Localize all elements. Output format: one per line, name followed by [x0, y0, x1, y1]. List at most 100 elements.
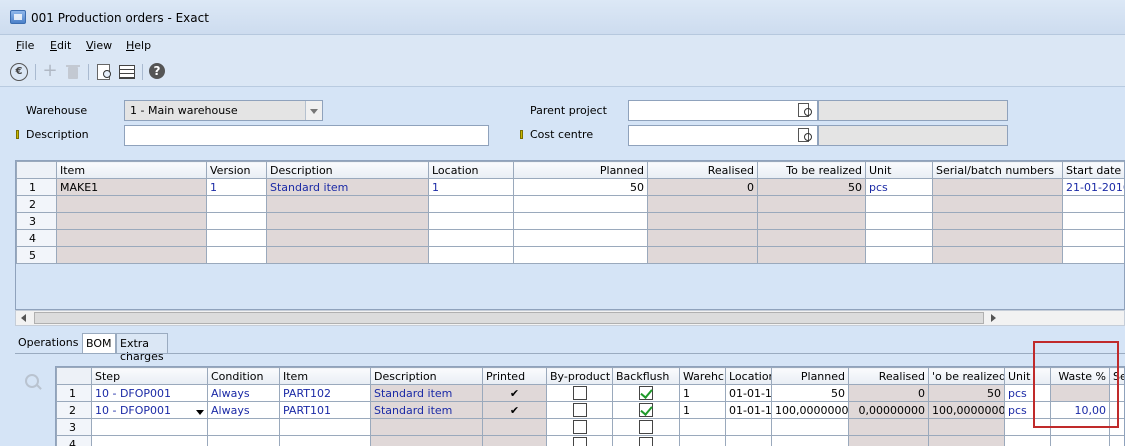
- row-number[interactable]: 3: [56, 418, 92, 436]
- cell-serial-batch[interactable]: [932, 229, 1063, 247]
- cell-description[interactable]: [266, 246, 429, 264]
- column-header-serial-batch[interactable]: Serial/batch numbers: [932, 161, 1063, 179]
- column-header-to-be-realized[interactable]: To be realized: [757, 161, 866, 179]
- column-header-description[interactable]: Description: [266, 161, 429, 179]
- cell-item[interactable]: [279, 435, 371, 446]
- by-product-checkbox[interactable]: [572, 437, 587, 446]
- cell-description[interactable]: Standard item: [370, 384, 483, 402]
- cell-location[interactable]: [428, 195, 514, 213]
- cell-location[interactable]: 01-01-1: [725, 401, 772, 419]
- by-product-checkbox[interactable]: [572, 420, 587, 434]
- table-row[interactable]: 4: [16, 229, 1124, 247]
- cell-location[interactable]: 01-01-1: [725, 384, 772, 402]
- column-header-planned[interactable]: Planned: [513, 161, 648, 179]
- column-header-warehouse[interactable]: Warehc: [679, 367, 726, 385]
- backflush-checkbox[interactable]: [639, 437, 653, 446]
- table-row[interactable]: 2: [16, 195, 1124, 213]
- menu-edit[interactable]: Edit: [50, 39, 71, 52]
- column-header-step[interactable]: Step: [91, 367, 208, 385]
- row-number[interactable]: 4: [16, 229, 57, 247]
- cell-backflush[interactable]: [612, 435, 680, 446]
- euro-icon[interactable]: €: [10, 63, 28, 81]
- grid-icon[interactable]: [119, 65, 135, 79]
- backflush-checkbox[interactable]: [639, 403, 653, 417]
- cell-planned[interactable]: [513, 246, 648, 264]
- backflush-checkbox[interactable]: [639, 386, 653, 400]
- menu-view[interactable]: View: [86, 39, 112, 52]
- cell-start-date[interactable]: [1062, 246, 1124, 264]
- cell-planned[interactable]: 50: [771, 384, 849, 402]
- row-number[interactable]: 5: [16, 246, 57, 264]
- cell-serial-batch[interactable]: [932, 212, 1063, 230]
- scroll-left-icon[interactable]: [16, 311, 32, 325]
- cell-item[interactable]: [279, 418, 371, 436]
- cell-description[interactable]: [266, 229, 429, 247]
- column-header-backflush[interactable]: Backflush: [612, 367, 680, 385]
- cell-description[interactable]: [266, 212, 429, 230]
- cell-item[interactable]: PART101: [279, 401, 371, 419]
- cell-step[interactable]: [91, 418, 208, 436]
- cell-waste[interactable]: [1050, 435, 1110, 446]
- tab-bom[interactable]: BOM: [82, 333, 116, 353]
- cell-planned[interactable]: [513, 195, 648, 213]
- column-header-printed[interactable]: Printed: [482, 367, 547, 385]
- row-number[interactable]: 1: [56, 384, 92, 402]
- cell-warehouse[interactable]: [679, 418, 726, 436]
- cell-by-product[interactable]: [546, 384, 613, 402]
- column-header-to-be-realized[interactable]: 'o be realized: [928, 367, 1005, 385]
- column-header-version[interactable]: Version: [206, 161, 267, 179]
- description-input[interactable]: [124, 125, 489, 146]
- zoom-icon[interactable]: [25, 374, 39, 388]
- cell-by-product[interactable]: [546, 418, 613, 436]
- cell-location[interactable]: [428, 246, 514, 264]
- column-header-location[interactable]: Location: [428, 161, 514, 179]
- chevron-down-icon[interactable]: [196, 409, 204, 415]
- cell-location[interactable]: 1: [428, 178, 514, 196]
- cell-unit[interactable]: pcs: [865, 178, 933, 196]
- cell-start-date[interactable]: [1062, 212, 1124, 230]
- cell-item[interactable]: MAKE1: [56, 178, 207, 196]
- scroll-right-icon[interactable]: [986, 311, 1002, 325]
- horizontal-scrollbar[interactable]: [15, 310, 1125, 326]
- cell-by-product[interactable]: [546, 401, 613, 419]
- cell-location[interactable]: [725, 418, 772, 436]
- print-preview-icon[interactable]: [95, 63, 113, 81]
- cell-serial-batch[interactable]: [932, 246, 1063, 264]
- table-row[interactable]: 3: [56, 418, 1124, 436]
- cell-condition[interactable]: [207, 435, 280, 446]
- cell-item[interactable]: [56, 246, 207, 264]
- cell-location[interactable]: [428, 212, 514, 230]
- menu-file[interactable]: File: [16, 39, 34, 52]
- cell-version[interactable]: 1: [206, 178, 267, 196]
- cell-unit[interactable]: [865, 212, 933, 230]
- cell-serial-batch[interactable]: [932, 178, 1063, 196]
- cell-planned[interactable]: 100,00000000: [771, 401, 849, 419]
- column-header-condition[interactable]: Condition: [207, 367, 280, 385]
- row-number[interactable]: 2: [56, 401, 92, 419]
- cell-warehouse[interactable]: [679, 435, 726, 446]
- table-row[interactable]: 3: [16, 212, 1124, 230]
- cell-by-product[interactable]: [546, 435, 613, 446]
- cell-description[interactable]: Standard item: [266, 178, 429, 196]
- trash-icon[interactable]: [64, 63, 82, 81]
- cell-planned[interactable]: [771, 435, 849, 446]
- cell-item[interactable]: [56, 195, 207, 213]
- column-header-by-product[interactable]: By-product: [546, 367, 613, 385]
- cell-planned[interactable]: [513, 229, 648, 247]
- cell-unit[interactable]: [865, 246, 933, 264]
- parent-project-input[interactable]: [628, 100, 818, 121]
- cell-item[interactable]: PART102: [279, 384, 371, 402]
- cell-planned[interactable]: 50: [513, 178, 648, 196]
- cell-version[interactable]: [206, 229, 267, 247]
- cell-condition[interactable]: Always: [207, 384, 280, 402]
- table-row[interactable]: 4: [56, 435, 1124, 446]
- cell-version[interactable]: [206, 195, 267, 213]
- cell-unit[interactable]: [1004, 435, 1051, 446]
- column-header-planned[interactable]: Planned: [771, 367, 849, 385]
- by-product-checkbox[interactable]: [572, 386, 587, 400]
- row-number[interactable]: 2: [16, 195, 57, 213]
- cell-planned[interactable]: [771, 418, 849, 436]
- warehouse-select[interactable]: 1 - Main warehouse: [124, 100, 323, 121]
- cell-condition[interactable]: [207, 418, 280, 436]
- lookup-icon[interactable]: [795, 101, 817, 120]
